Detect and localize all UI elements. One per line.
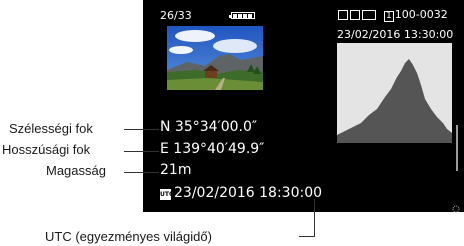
latitude-label: Szélességi fok: [9, 121, 93, 136]
utc-icon: UTC: [160, 189, 174, 200]
altitude-label: Magasság: [46, 163, 106, 178]
dial-icon: [452, 200, 460, 213]
leader-line-utc-v: [314, 199, 315, 237]
protect-icon: [362, 10, 376, 20]
longitude-value: E 139°40′49.9″: [160, 141, 265, 157]
leader-line-altitude: [124, 172, 159, 173]
card-icon: 1: [384, 11, 394, 22]
utc-row: UTC23/02/2016 18:30:00: [160, 185, 322, 201]
capture-datetime: 23/02/2016 13:30:00: [337, 28, 454, 41]
white-balance-icon: [350, 10, 360, 20]
leader-line-latitude: [124, 129, 159, 130]
scroll-indicator: [456, 125, 458, 171]
picture-style-icon: [338, 10, 348, 20]
photo-thumbnail: [167, 26, 263, 90]
latitude-value: N 35°34′00.0″: [160, 119, 258, 135]
folder-file-text: 100-0032: [394, 8, 448, 21]
leader-line-utc-h: [299, 236, 315, 237]
longitude-label: Hosszúsági fok: [2, 142, 91, 157]
battery-icon: [229, 12, 255, 19]
utc-label: UTC (egyezményes világidő): [45, 229, 212, 244]
folder-file-number: 1 100-0032: [384, 8, 448, 22]
altitude-value: 21m: [160, 162, 192, 178]
brightness-histogram: [337, 43, 452, 143]
image-counter: 26/33: [160, 9, 192, 22]
leader-line-longitude: [124, 151, 159, 152]
utc-datetime: 23/02/2016 18:30:00: [174, 185, 323, 201]
